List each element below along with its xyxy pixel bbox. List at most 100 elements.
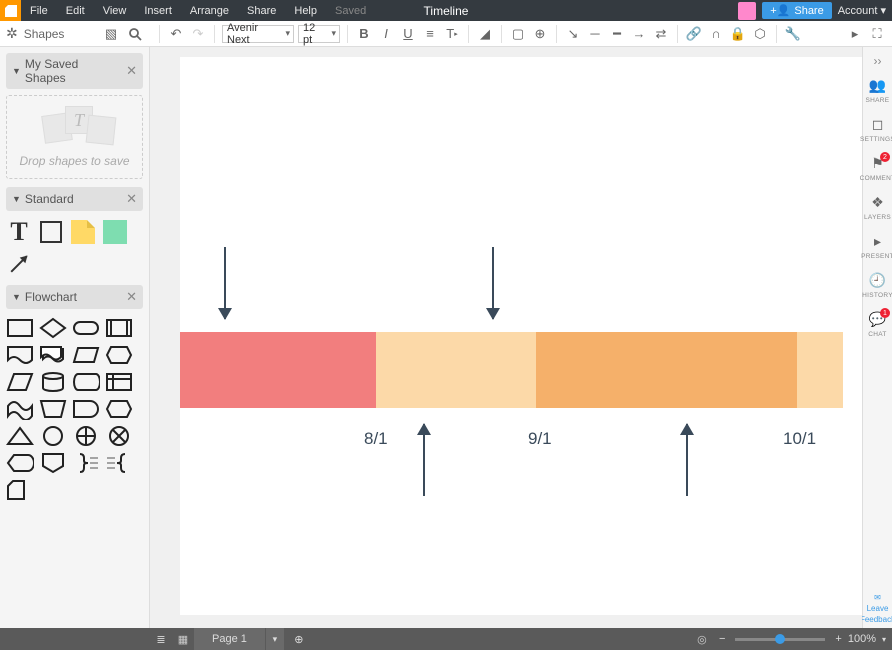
canvas-area[interactable]: 8/1 9/1 10/1 [150,47,862,628]
rsb-present[interactable]: ▸PRESENT [863,227,892,266]
fc-loop[interactable] [105,398,133,420]
align-icon[interactable]: ≡ [421,25,439,43]
date-label-1[interactable]: 8/1 [364,429,388,449]
wrench-icon[interactable]: 🔧 [784,25,802,43]
bold-icon[interactable]: B [355,25,373,43]
fc-brace-l[interactable] [105,452,133,474]
arrow-down-1[interactable] [224,247,226,319]
line-icon[interactable]: ↘ [564,25,582,43]
line-style-2-icon[interactable]: ━ [608,25,626,43]
fc-display[interactable] [6,452,34,474]
rsb-settings[interactable]: ◻SETTINGS [863,110,892,149]
collapse-icon[interactable]: ›› [874,51,882,71]
fc-tape[interactable] [6,398,34,420]
rsb-layers[interactable]: ❖LAYERS [863,188,892,227]
timeline-seg-1[interactable] [180,332,376,408]
fc-offpage[interactable] [39,452,67,474]
list-view-icon[interactable]: ≣ [150,628,172,650]
block-shape[interactable] [102,219,128,245]
close-icon[interactable]: ✕ [126,191,137,207]
link-icon[interactable]: 🔗 [685,25,703,43]
lock-icon[interactable]: 🔒 [729,25,747,43]
fc-data[interactable] [6,371,34,393]
undo-icon[interactable]: ↶ [167,25,185,43]
fc-connector[interactable] [39,425,67,447]
timeline-seg-3[interactable] [536,332,797,408]
close-icon[interactable]: ✕ [126,63,137,79]
menu-view[interactable]: View [94,5,136,17]
arrow-up-2[interactable] [686,424,688,496]
menu-edit[interactable]: Edit [57,5,94,17]
fc-multi-doc[interactable] [39,344,67,366]
zoom-slider[interactable] [735,638,825,641]
menu-help[interactable]: Help [285,5,326,17]
fc-sum[interactable] [72,425,100,447]
menu-insert[interactable]: Insert [135,5,181,17]
fc-terminator[interactable] [72,317,100,339]
magnet-icon[interactable]: ∩ [707,25,725,43]
font-select[interactable]: Avenir Next [222,25,294,43]
italic-icon[interactable]: I [377,25,395,43]
fc-manual[interactable] [39,398,67,420]
fc-delay[interactable] [72,398,100,420]
arrow-up-1[interactable] [423,424,425,496]
menu-share[interactable]: Share [238,5,285,17]
line-arrow-icon[interactable]: → [630,25,648,43]
arrow-down-2[interactable] [492,247,494,319]
play-icon[interactable]: ▸ [846,25,864,43]
gear-icon[interactable]: ✲ [6,25,18,42]
menu-arrange[interactable]: Arrange [181,5,238,17]
target-icon[interactable]: ◎ [691,628,713,650]
close-icon[interactable]: ✕ [126,289,137,305]
date-label-2[interactable]: 9/1 [528,429,552,449]
panel-saved-shapes[interactable]: ▼ My Saved Shapes ✕ [6,53,143,89]
fc-or[interactable] [105,425,133,447]
rsb-history[interactable]: 🕘HISTORY [863,266,892,305]
shape-options-icon[interactable]: ⊕ [531,25,549,43]
app-logo[interactable] [0,0,21,21]
timeline-seg-4[interactable] [797,332,843,408]
grid-view-icon[interactable]: ▦ [172,628,194,650]
document-title[interactable]: Timeline [424,4,469,18]
user-avatar[interactable] [738,2,756,20]
fc-extract[interactable] [6,425,34,447]
text-options-icon[interactable]: T▸ [443,25,461,43]
search-icon[interactable] [126,25,144,43]
timeline-bar[interactable] [180,332,862,408]
fc-doc[interactable] [6,344,34,366]
date-label-3[interactable]: 10/1 [783,429,816,449]
line-swap-icon[interactable]: ⇄ [652,25,670,43]
fc-predef[interactable] [105,317,133,339]
zoom-out-icon[interactable]: − [719,633,725,645]
fc-prep[interactable] [105,344,133,366]
leave-feedback[interactable]: ✉ Leave Feedback [860,593,892,624]
fc-process[interactable] [6,317,34,339]
menu-file[interactable]: File [21,5,57,17]
rsb-comment[interactable]: ⚑2COMMENT [863,149,892,188]
cube-icon[interactable]: ⬡ [751,25,769,43]
panel-flowchart[interactable]: ▼ Flowchart ✕ [6,285,143,309]
timeline-seg-2[interactable] [376,332,536,408]
text-shape[interactable]: T [6,219,32,245]
canvas[interactable]: 8/1 9/1 10/1 [180,57,862,615]
fc-db[interactable] [39,371,67,393]
font-size-select[interactable]: 12 pt [298,25,340,43]
fc-decision[interactable] [39,317,67,339]
rsb-chat[interactable]: 💬1CHAT [863,305,892,344]
zoom-level[interactable]: 100% [848,633,876,645]
arrow-shape[interactable] [6,251,32,277]
account-menu[interactable]: Account▾ [838,4,886,17]
share-button[interactable]: +👤Share [762,2,831,19]
underline-icon[interactable]: U [399,25,417,43]
page-dropdown[interactable]: ▾ [266,628,284,650]
fc-brace-r[interactable] [72,452,100,474]
page-tab[interactable]: Page 1 [194,628,265,650]
note-shape[interactable] [70,219,96,245]
line-style-1-icon[interactable]: ─ [586,25,604,43]
fc-io[interactable] [72,344,100,366]
panel-standard[interactable]: ▼ Standard ✕ [6,187,143,211]
fc-internal[interactable] [105,371,133,393]
fc-card[interactable] [6,479,34,501]
zoom-in-icon[interactable]: + [835,633,841,645]
rectangle-shape[interactable] [38,219,64,245]
